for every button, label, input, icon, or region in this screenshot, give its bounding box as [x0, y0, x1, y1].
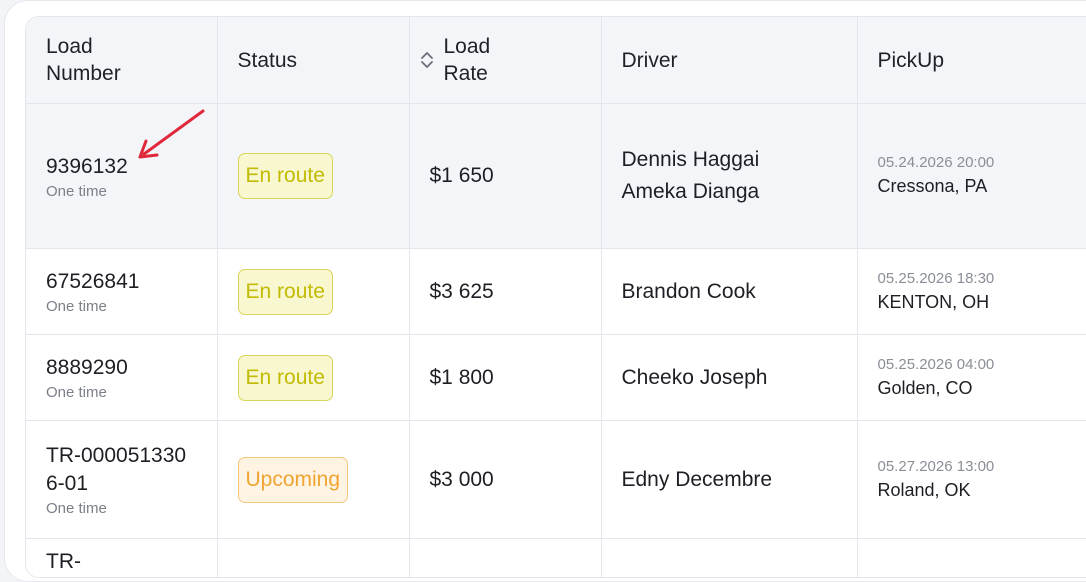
- status-cell: En route: [217, 249, 409, 335]
- load-rate: $1 800: [409, 335, 601, 421]
- pickup-cell: 05.27.2026 13:00 Roland, OK: [857, 421, 1086, 539]
- driver-cell: [601, 539, 857, 579]
- status-cell: En route: [217, 104, 409, 249]
- load-type: One time: [46, 183, 217, 200]
- pickup-date: 05.25.2026 18:30: [878, 269, 1086, 289]
- driver-name: Dennis Haggai: [622, 144, 857, 176]
- load-number[interactable]: 67526841: [46, 268, 217, 296]
- load-rate: $1 650: [409, 104, 601, 249]
- driver-name: Edny Decembre: [622, 464, 857, 496]
- pickup-date: 05.25.2026 04:00: [878, 355, 1086, 375]
- pickup-city: Golden, CO: [878, 375, 1086, 401]
- sort-icon[interactable]: [420, 50, 434, 70]
- load-number-cell[interactable]: 8889290 One time: [26, 335, 217, 421]
- driver-cell: Dennis Haggai Ameka Dianga: [601, 104, 857, 249]
- driver-cell: Edny Decembre: [601, 421, 857, 539]
- status-badge: En route: [238, 269, 333, 315]
- load-type: One time: [46, 298, 217, 315]
- pickup-cell: [857, 539, 1086, 579]
- status-badge: Upcoming: [238, 457, 349, 503]
- load-number[interactable]: TR-: [46, 542, 217, 576]
- load-number-cell[interactable]: 67526841 One time: [26, 249, 217, 335]
- status-badge: En route: [238, 153, 333, 199]
- table-row[interactable]: TR-: [26, 539, 1086, 579]
- driver-name: Brandon Cook: [622, 276, 857, 308]
- pickup-cell: 05.25.2026 04:00 Golden, CO: [857, 335, 1086, 421]
- driver-name: Cheeko Joseph: [622, 362, 857, 394]
- pickup-city: Roland, OK: [878, 477, 1086, 503]
- col-header-load-number[interactable]: Load Number: [26, 17, 217, 104]
- pickup-cell: 05.25.2026 18:30 KENTON, OH: [857, 249, 1086, 335]
- load-type: One time: [46, 500, 217, 517]
- load-number-cell[interactable]: TR-0000513306-01 One time: [26, 421, 217, 539]
- load-rate: [409, 539, 601, 579]
- pickup-cell: 05.24.2026 20:00 Cressona, PA: [857, 104, 1086, 249]
- table-row[interactable]: TR-0000513306-01 One time Upcoming $3 00…: [26, 421, 1086, 539]
- col-header-load-rate[interactable]: Load Rate: [409, 17, 601, 104]
- pickup-date: 05.27.2026 13:00: [878, 457, 1086, 477]
- load-type: One time: [46, 384, 217, 401]
- driver-name: Ameka Dianga: [622, 176, 857, 208]
- load-rate: $3 625: [409, 249, 601, 335]
- table-row[interactable]: 8889290 One time En route $1 800 Cheeko …: [26, 335, 1086, 421]
- status-cell: Upcoming: [217, 421, 409, 539]
- load-number-cell[interactable]: TR-: [26, 539, 217, 579]
- col-header-pickup[interactable]: PickUp: [857, 17, 1086, 104]
- load-rate: $3 000: [409, 421, 601, 539]
- status-badge: En route: [238, 355, 333, 401]
- annotation-arrow-icon: [136, 108, 208, 164]
- pickup-city: Cressona, PA: [878, 173, 1086, 199]
- pickup-city: KENTON, OH: [878, 289, 1086, 315]
- driver-cell: Brandon Cook: [601, 249, 857, 335]
- status-cell: En route: [217, 335, 409, 421]
- col-header-driver[interactable]: Driver: [601, 17, 857, 104]
- col-header-status[interactable]: Status: [217, 17, 409, 104]
- table-row[interactable]: 67526841 One time En route $3 625 Brando…: [26, 249, 1086, 335]
- loads-table: Load Number Status Load Rate Driv: [25, 16, 1086, 578]
- status-cell: [217, 539, 409, 579]
- load-number[interactable]: 8889290: [46, 354, 217, 382]
- table-header-row: Load Number Status Load Rate Driv: [26, 17, 1086, 104]
- load-number[interactable]: TR-0000513306-01: [46, 442, 194, 498]
- pickup-date: 05.24.2026 20:00: [878, 153, 1086, 173]
- driver-cell: Cheeko Joseph: [601, 335, 857, 421]
